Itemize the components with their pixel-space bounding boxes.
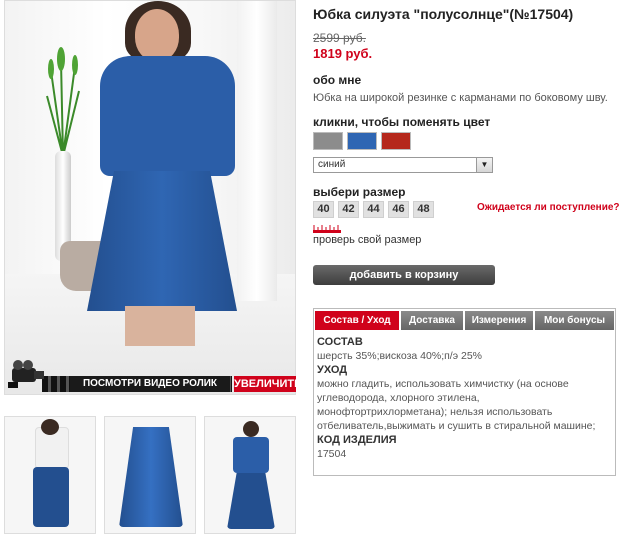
color-select[interactable]: синий ▼ bbox=[313, 157, 493, 173]
watch-video-link[interactable]: ПОСМОТРИ ВИДЕО РОЛИК bbox=[70, 376, 230, 392]
thumbnail-3[interactable] bbox=[204, 416, 296, 534]
tab-delivery[interactable]: Доставка bbox=[401, 311, 463, 330]
tab-my-bonuses[interactable]: Мои бонусы bbox=[535, 311, 614, 330]
size-option[interactable]: 40 bbox=[313, 201, 334, 218]
size-option[interactable]: 44 bbox=[363, 201, 384, 218]
thumb-skirt-flat bbox=[119, 427, 183, 527]
code-heading: КОД ИЗДЕЛИЯ bbox=[317, 434, 397, 446]
size-option[interactable]: 42 bbox=[338, 201, 359, 218]
about-heading: обо мне bbox=[313, 73, 362, 87]
zoom-button[interactable]: УВЕЛИЧИТЬ bbox=[234, 376, 302, 392]
color-heading: кликни, чтобы поменять цвет bbox=[313, 115, 491, 129]
stock-expected-link[interactable]: Ожидается ли поступление? bbox=[477, 202, 620, 213]
about-text: Юбка на широкой резинке с карманами по б… bbox=[313, 92, 608, 104]
swatch-blue[interactable] bbox=[347, 132, 377, 150]
check-size-link[interactable]: проверь свой размер bbox=[313, 234, 421, 246]
product-title: Юбка силуэта "полусолнце"(№17504) bbox=[313, 6, 574, 22]
care-heading: УХОД bbox=[317, 364, 348, 376]
thumbnail-2[interactable] bbox=[104, 416, 196, 534]
photo-pillar bbox=[237, 1, 277, 301]
add-to-cart-button[interactable]: добавить в корзину bbox=[313, 265, 495, 285]
thumb-head bbox=[243, 421, 259, 437]
main-product-photo[interactable] bbox=[4, 0, 296, 395]
model-skirt bbox=[87, 171, 237, 311]
color-select-value: синий bbox=[318, 159, 346, 170]
thumb-skirt bbox=[33, 467, 69, 527]
thumb-top bbox=[233, 437, 269, 473]
composition-text: шерсть 35%;вискоза 40%;п/э 25% bbox=[317, 350, 483, 362]
video-camera-icon[interactable] bbox=[6, 356, 46, 390]
thumbnail-1[interactable] bbox=[4, 416, 96, 534]
tab-measurements[interactable]: Измерения bbox=[465, 311, 533, 330]
thumb-skirt bbox=[227, 473, 275, 529]
swatch-grey[interactable] bbox=[313, 132, 343, 150]
old-price: 2599 руб. bbox=[313, 31, 366, 45]
tab-content: СОСТАВ шерсть 35%;вискоза 40%;п/э 25% УХ… bbox=[317, 335, 612, 461]
thumb-head bbox=[41, 419, 59, 435]
size-option[interactable]: 46 bbox=[388, 201, 409, 218]
tab-composition-care[interactable]: Состав / Уход bbox=[315, 311, 399, 330]
model-face bbox=[135, 9, 179, 61]
new-price: 1819 руб. bbox=[313, 46, 373, 61]
swatch-red[interactable] bbox=[381, 132, 411, 150]
composition-heading: СОСТАВ bbox=[317, 336, 363, 348]
ruler-icon bbox=[313, 225, 341, 233]
size-heading: выбери размер bbox=[313, 185, 406, 199]
model-blouse bbox=[100, 56, 235, 176]
plant-decoration bbox=[46, 47, 80, 156]
care-text: можно гладить, использовать химчистку (н… bbox=[317, 378, 596, 432]
chevron-down-icon[interactable]: ▼ bbox=[476, 158, 492, 172]
model-legs bbox=[125, 306, 195, 346]
size-option[interactable]: 48 bbox=[413, 201, 434, 218]
code-value: 17504 bbox=[317, 448, 347, 460]
